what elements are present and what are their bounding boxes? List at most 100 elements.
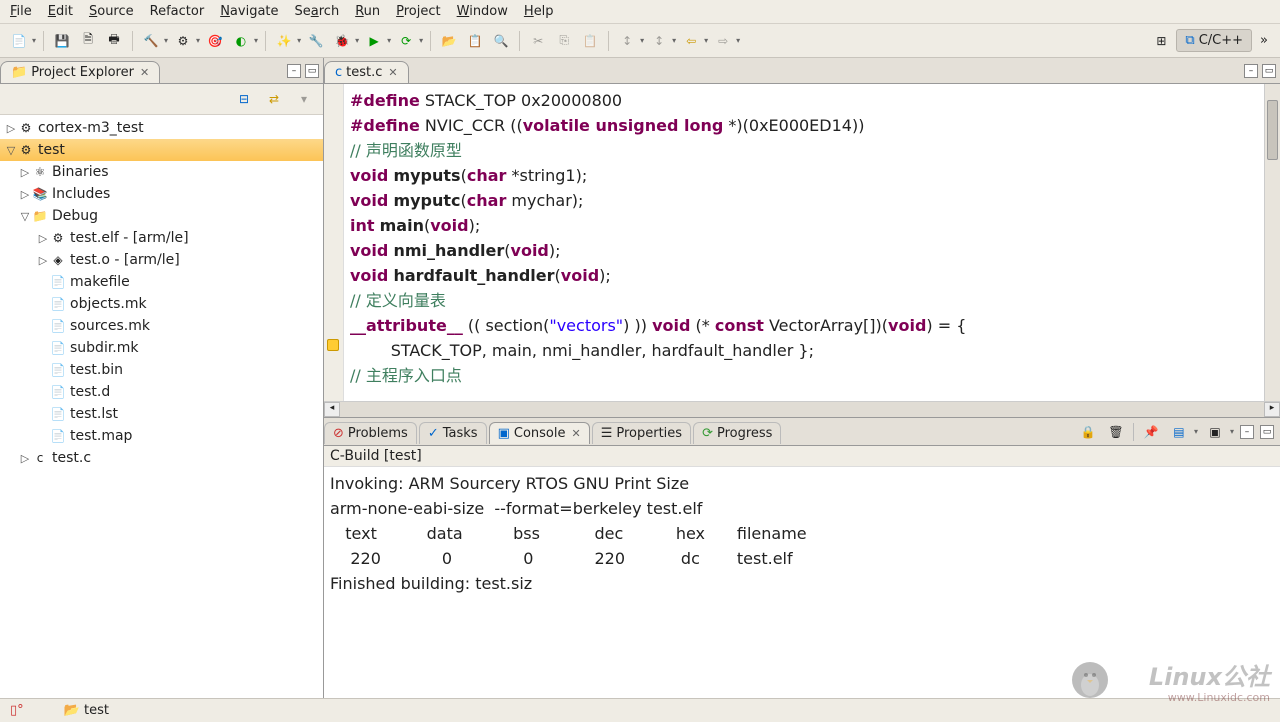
menu-refactor[interactable]: Refactor — [150, 4, 205, 19]
menu-window[interactable]: Window — [457, 4, 508, 19]
twisty-icon[interactable]: ▷ — [18, 452, 32, 465]
maximize-icon[interactable]: ▭ — [305, 64, 319, 78]
clear-console-icon[interactable]: 🗑 — [1105, 421, 1127, 443]
display-icon[interactable]: ▤ — [1168, 421, 1190, 443]
tree-item[interactable]: 📄test.lst — [0, 403, 323, 425]
console-output[interactable]: Invoking: ARM Sourcery RTOS GNU Print Si… — [324, 467, 1280, 698]
tab-console[interactable]: ▣Console✕ — [489, 422, 590, 444]
maximize-icon[interactable]: ▭ — [1260, 425, 1274, 439]
close-icon[interactable]: ✕ — [571, 427, 580, 440]
print-icon[interactable]: 🖶 — [103, 30, 125, 52]
tree-item[interactable]: ▷⚙test.elf - [arm/le] — [0, 227, 323, 249]
tree-item-label: test.d — [70, 384, 110, 400]
tree-item-label: objects.mk — [70, 296, 147, 312]
code-editor[interactable]: #define STACK_TOP 0x20000800 #define NVI… — [344, 84, 1264, 401]
open-perspective-icon[interactable]: ⊞ — [1150, 30, 1172, 52]
search-icon[interactable]: 🔍 — [490, 30, 512, 52]
menu-source[interactable]: Source — [89, 4, 134, 19]
save-icon[interactable]: 💾 — [51, 30, 73, 52]
minimize-icon[interactable]: – — [287, 64, 301, 78]
vertical-scrollbar[interactable] — [1264, 84, 1280, 401]
back-icon[interactable]: ⇦ — [680, 30, 702, 52]
tree-item-label: Debug — [52, 208, 98, 224]
perspective-cpp[interactable]: ⧉ C/C++ — [1176, 29, 1252, 52]
mode-icon[interactable]: ◐ — [230, 30, 252, 52]
tree-item[interactable]: ▷◈test.o - [arm/le] — [0, 249, 323, 271]
menu-help[interactable]: Help — [524, 4, 554, 19]
open-console-icon[interactable]: ▣ — [1204, 421, 1226, 443]
status-project: 📂 test — [64, 703, 109, 718]
file-icon: 📄 — [50, 340, 66, 356]
more-perspectives[interactable]: » — [1256, 33, 1272, 48]
magic-icon[interactable]: ✨ — [273, 30, 295, 52]
console-header: C-Build [test] — [324, 446, 1280, 467]
minimize-icon[interactable]: – — [1244, 64, 1258, 78]
menu-run[interactable]: Run — [355, 4, 380, 19]
pin-icon[interactable]: 📌 — [1140, 421, 1162, 443]
nav2-icon[interactable]: ↕ — [648, 30, 670, 52]
tree-item[interactable]: ▷⚛Binaries — [0, 161, 323, 183]
tree-item[interactable]: 📄test.bin — [0, 359, 323, 381]
link-editor-icon[interactable]: ⇄ — [263, 88, 285, 110]
tree-item[interactable]: 📄test.d — [0, 381, 323, 403]
tree-item[interactable]: ▷ctest.c — [0, 447, 323, 469]
twisty-icon[interactable]: ▷ — [18, 166, 32, 179]
nav1-icon[interactable]: ↕ — [616, 30, 638, 52]
minimize-icon[interactable]: – — [1240, 425, 1254, 439]
twisty-icon[interactable]: ▷ — [36, 232, 50, 245]
close-icon[interactable]: ✕ — [140, 66, 149, 79]
tab-problems[interactable]: ⊘Problems — [324, 422, 417, 444]
tree-item[interactable]: 📄test.map — [0, 425, 323, 447]
build-icon[interactable]: 🔨 — [140, 30, 162, 52]
tree-item[interactable]: 📄makefile — [0, 271, 323, 293]
twisty-icon[interactable]: ▽ — [4, 144, 18, 157]
tab-progress[interactable]: ⟳Progress — [693, 422, 781, 444]
project-explorer-tab[interactable]: 📁 Project Explorer ✕ — [0, 61, 160, 83]
view-menu-icon[interactable]: ▾ — [293, 88, 315, 110]
menu-search[interactable]: Search — [295, 4, 340, 19]
tab-properties[interactable]: ☰Properties — [592, 422, 691, 444]
menu-project[interactable]: Project — [396, 4, 441, 19]
menu-file[interactable]: File — [10, 4, 32, 19]
twisty-icon[interactable]: ▷ — [18, 188, 32, 201]
ext-run-icon[interactable]: ⟳ — [395, 30, 417, 52]
horizontal-scrollbar[interactable]: ◂▸ — [324, 401, 1280, 417]
tree-item[interactable]: 📄sources.mk — [0, 315, 323, 337]
fwd-icon[interactable]: ⇨ — [712, 30, 734, 52]
twisty-icon[interactable]: ▽ — [18, 210, 32, 223]
run-icon[interactable]: ▶ — [363, 30, 385, 52]
menubar: File Edit Source Refactor Navigate Searc… — [0, 0, 1280, 24]
cut-icon[interactable]: ✂ — [527, 30, 549, 52]
new-icon[interactable]: 📄 — [8, 30, 30, 52]
save-all-icon[interactable]: 🗎 — [77, 30, 99, 52]
target-icon[interactable]: 🎯 — [204, 30, 226, 52]
open-task-icon[interactable]: 📋 — [464, 30, 486, 52]
paste-icon[interactable]: 📋 — [579, 30, 601, 52]
tree-item-label: Includes — [52, 186, 110, 202]
twisty-icon[interactable]: ▷ — [4, 122, 18, 135]
nav-icon: 📁 — [11, 65, 27, 80]
close-icon[interactable]: ✕ — [388, 66, 397, 79]
menu-navigate[interactable]: Navigate — [220, 4, 278, 19]
tab-tasks[interactable]: ✓Tasks — [419, 422, 487, 444]
collapse-all-icon[interactable]: ⊟ — [233, 88, 255, 110]
build-all-icon[interactable]: ⚙ — [172, 30, 194, 52]
tree-item[interactable]: 📄objects.mk — [0, 293, 323, 315]
tree-item[interactable]: ▽📁Debug — [0, 205, 323, 227]
debug-icon[interactable]: 🐞 — [331, 30, 353, 52]
copy-icon[interactable]: ⎘ — [553, 30, 575, 52]
warning-marker-icon[interactable] — [327, 339, 339, 351]
wand-icon[interactable]: 🔧 — [305, 30, 327, 52]
project-tree[interactable]: ▷⚙cortex-m3_test▽⚙test▷⚛Binaries▷📚Includ… — [0, 115, 323, 698]
lock-icon[interactable]: 🔒 — [1077, 421, 1099, 443]
open-type-icon[interactable]: 📂 — [438, 30, 460, 52]
twisty-icon[interactable]: ▷ — [36, 254, 50, 267]
maximize-icon[interactable]: ▭ — [1262, 64, 1276, 78]
properties-icon: ☰ — [601, 426, 613, 441]
tree-item[interactable]: ▷📚Includes — [0, 183, 323, 205]
editor-tab-test-c[interactable]: c test.c ✕ — [324, 61, 409, 83]
tree-item[interactable]: ▷⚙cortex-m3_test — [0, 117, 323, 139]
menu-edit[interactable]: Edit — [48, 4, 73, 19]
tree-item[interactable]: 📄subdir.mk — [0, 337, 323, 359]
tree-item[interactable]: ▽⚙test — [0, 139, 323, 161]
